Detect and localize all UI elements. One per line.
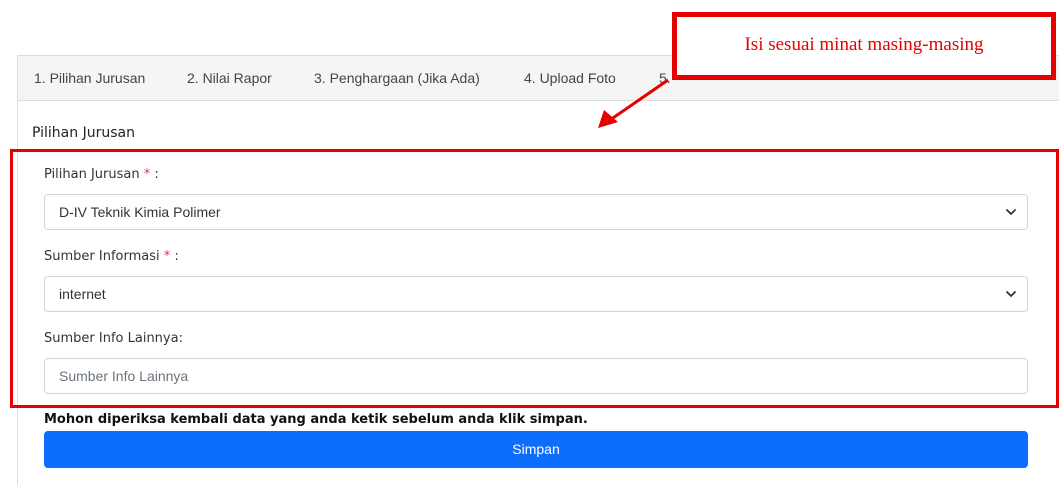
tab-nilai-rapor[interactable]: 2. Nilai Rapor bbox=[187, 56, 272, 100]
registration-form-page: 1. Pilihan Jurusan 2. Nilai Rapor 3. Pen… bbox=[0, 0, 1059, 485]
save-button[interactable]: Simpan bbox=[44, 431, 1028, 468]
notice-text: Mohon diperiksa kembali data yang anda k… bbox=[44, 412, 588, 427]
annotation-highlight-frame bbox=[10, 149, 1059, 408]
annotation-callout: Isi sesuai minat masing-masing bbox=[672, 12, 1056, 80]
tab-pilihan-jurusan[interactable]: 1. Pilihan Jurusan bbox=[34, 56, 145, 100]
annotation-text: Isi sesuai minat masing-masing bbox=[744, 34, 984, 55]
section-title: Pilihan Jurusan bbox=[32, 125, 135, 141]
annotation-arrow-icon bbox=[598, 78, 669, 128]
tab-penghargaan[interactable]: 3. Penghargaan (Jika Ada) bbox=[314, 56, 480, 100]
